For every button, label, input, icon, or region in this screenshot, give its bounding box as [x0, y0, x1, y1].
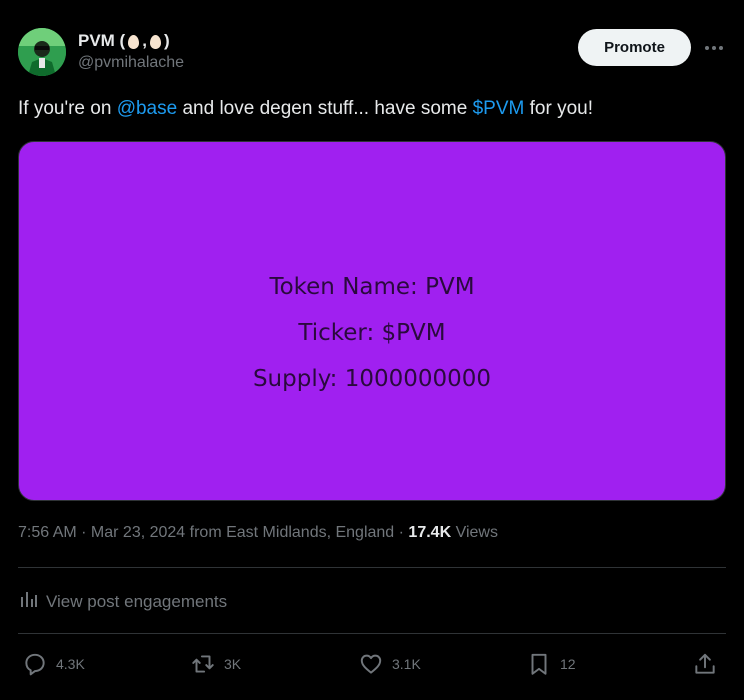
promote-button[interactable]: Promote	[578, 29, 691, 66]
bookmark-button[interactable]: 12	[526, 651, 576, 677]
like-button[interactable]: 3.1K	[358, 651, 421, 677]
display-name-suffix: )	[163, 31, 170, 50]
egg-emoji-icon	[128, 35, 140, 49]
divider	[18, 567, 726, 568]
share-icon	[692, 651, 718, 677]
display-name[interactable]: PVM ( , )	[78, 30, 184, 52]
post: PVM ( , ) @pvmihalache Promote If you're…	[0, 0, 744, 700]
like-count: 3.1K	[392, 656, 421, 672]
mention-link[interactable]: @base	[117, 98, 178, 119]
media-image[interactable]: Token Name: PVM Ticker: $PVM Supply: 100…	[18, 141, 726, 501]
meta-separator: ·	[76, 524, 91, 541]
media-supply: Supply: 1000000000	[252, 366, 492, 392]
repost-count: 3K	[224, 656, 242, 672]
bookmark-icon	[526, 651, 552, 677]
meta-separator: ·	[394, 524, 409, 541]
tweet-text: If you're on @base and love degen stuff.…	[18, 98, 593, 120]
post-time[interactable]: 7:56 AM	[18, 524, 77, 541]
view-engagements-label: View post engagements	[46, 591, 228, 611]
display-name-separator: ,	[142, 31, 147, 50]
post-date[interactable]: Mar 23, 2024	[91, 524, 185, 541]
reply-button[interactable]: 4.3K	[22, 651, 85, 677]
analytics-icon	[18, 589, 38, 614]
cashtag-link[interactable]: $PVM	[473, 98, 525, 119]
bookmark-count: 12	[560, 656, 576, 672]
author-block: PVM ( , ) @pvmihalache	[78, 30, 184, 72]
view-engagements-button[interactable]: View post engagements	[18, 589, 227, 614]
author-handle[interactable]: @pvmihalache	[78, 54, 184, 72]
tweet-text-part: If you're on	[18, 98, 117, 119]
share-button[interactable]	[692, 651, 718, 677]
heart-icon	[358, 651, 384, 677]
post-location: from East Midlands, England	[185, 524, 395, 541]
repost-button[interactable]: 3K	[190, 651, 241, 677]
media-token-name: Token Name: PVM	[269, 274, 475, 300]
tweet-text-part: and love degen stuff... have some	[177, 98, 473, 119]
avatar[interactable]	[18, 28, 66, 76]
display-name-prefix: PVM (	[78, 31, 126, 50]
views-label: Views	[451, 524, 498, 541]
reply-count: 4.3K	[56, 656, 85, 672]
media-ticker: Ticker: $PVM	[298, 320, 446, 346]
views-count: 17.4K	[408, 524, 452, 541]
egg-emoji-icon	[149, 35, 161, 49]
more-horizontal-icon[interactable]	[700, 38, 728, 58]
tweet-text-part: for you!	[524, 98, 593, 119]
repost-icon	[190, 651, 216, 677]
divider	[18, 633, 726, 634]
post-meta: 7:56 AM · Mar 23, 2024 from East Midland…	[18, 524, 498, 542]
reply-icon	[22, 651, 48, 677]
